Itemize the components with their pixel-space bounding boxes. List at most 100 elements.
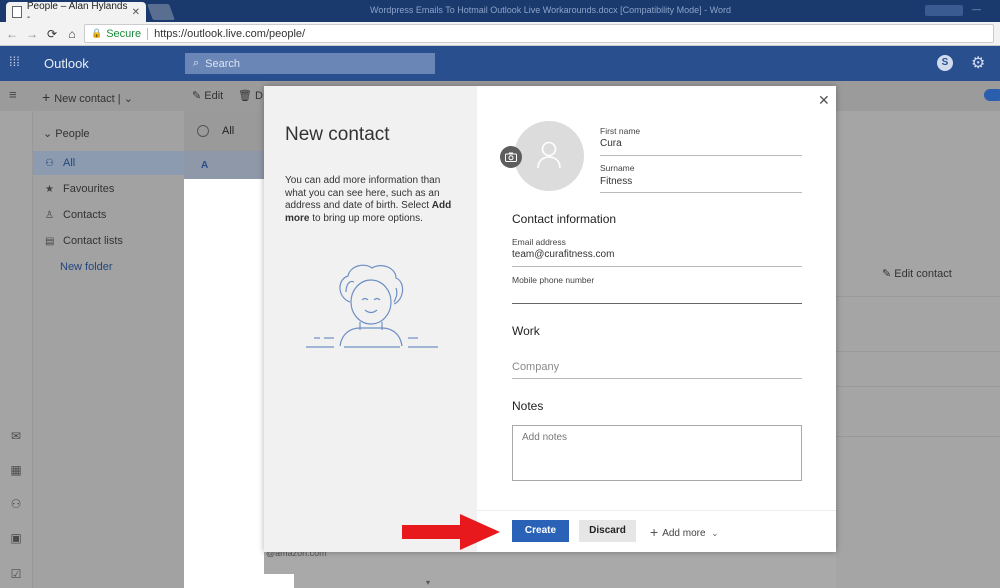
url-field[interactable]: 🔒 Secure https://outlook.live.com/people… [84,24,994,43]
edit-contact-label: Edit contact [894,268,952,280]
add-more-label: Add more [662,528,706,539]
avatar[interactable] [514,121,584,191]
list-header: All [184,111,264,151]
email-label: Email address [512,237,566,247]
tab-title: People – Alan Hylands - [26,1,128,23]
person-illustration-icon [306,264,438,348]
create-button[interactable]: Create [512,520,569,542]
skype-icon[interactable]: S [937,55,953,71]
home-icon[interactable]: ⌂ [64,27,80,41]
people-nav: ⌄ People ⚇ All ★ Favourites ♙ Contacts ▤… [33,111,184,588]
app-launcher-icon[interactable]: ⁞⁞⁞ [9,55,21,69]
people-icon: ⚇ [45,157,54,169]
new-tab-button[interactable] [147,4,175,20]
divider [836,436,1000,437]
notes-placeholder: Add notes [522,432,568,443]
nav-item-label: All [63,157,76,169]
new-contact-button[interactable]: + New contact | ⌄ [42,89,133,105]
nav-item-all[interactable]: ⚇ All [33,151,184,175]
divider [836,386,1000,387]
first-name-field[interactable]: Cura [600,138,622,149]
sign-in-button[interactable] [925,5,963,16]
select-all-checkbox[interactable] [197,125,209,137]
nav-header-label: People [55,128,90,140]
person-icon [537,141,561,169]
search-placeholder: Search [205,57,241,70]
gear-icon[interactable]: ⚙ [971,53,985,73]
surname-underline [600,192,802,193]
description-text: You can add more information than what y… [285,175,441,211]
forward-icon[interactable]: → [24,27,40,41]
photos-icon[interactable]: ▣ [9,531,23,545]
app-title[interactable]: Outlook [44,56,89,71]
delete-button[interactable]: 🗑 D [238,89,263,102]
search-icon: ⌕ [193,57,200,69]
notes-heading: Notes [512,399,544,413]
letter-label: A [201,160,209,171]
email-underline [512,266,802,267]
delete-label: D [255,90,263,102]
toggle-switch[interactable] [984,89,1000,101]
dialog-title: New contact [285,124,390,145]
new-folder-link[interactable]: New folder [33,255,184,279]
scroll-down-icon[interactable]: ▾ [426,578,430,587]
discard-button[interactable]: Discard [579,520,636,542]
browser-tab[interactable]: People – Alan Hylands - ✕ [6,1,146,23]
contact-info-heading: Contact information [512,212,617,226]
page-icon [12,6,22,18]
filter-all-label[interactable]: All [222,125,234,137]
browser-tab-bar: People – Alan Hylands - ✕ Wordpress Emai… [0,0,1000,23]
notes-textarea[interactable]: Add notes [512,425,802,481]
company-underline [512,378,802,379]
back-icon[interactable]: ← [4,27,20,41]
tasks-icon[interactable]: ☑ [9,567,23,581]
outlook-header: ⁞⁞⁞ Outlook ⌕ Search S ⚙ [0,46,1000,81]
calendar-icon[interactable]: ▦ [9,463,23,477]
divider: | ⌄ [117,93,133,105]
edit-contact-button[interactable]: ✎ Edit contact [882,267,952,280]
window-title: Wordpress Emails To Hotmail Outlook Live… [370,5,731,15]
surname-label: Surname [600,163,635,173]
footer-divider [477,510,836,511]
people-icon[interactable]: ⚇ [9,497,23,511]
trash-icon: 🗑 [238,90,256,102]
search-input[interactable]: ⌕ Search [185,53,435,74]
person-icon: ♙ [45,209,54,221]
contact-detail-pane: ✎ Edit contact [836,111,1000,588]
first-name-underline [600,155,802,156]
pencil-icon: ✎ [882,268,895,280]
close-icon[interactable]: ✕ [818,92,830,109]
list-icon: ▤ [45,235,55,247]
company-field[interactable]: Company [512,361,559,373]
surname-field[interactable]: Fitness [600,176,632,187]
hamburger-icon[interactable]: ≡ [9,88,17,101]
nav-item-favourites[interactable]: ★ Favourites [33,177,184,201]
new-contact-label: New contact [54,93,115,105]
new-contact-dialog: New contact You can add more information… [264,86,836,552]
plus-icon: + [650,524,659,540]
tab-close-icon[interactable]: ✕ [132,7,140,18]
mail-icon[interactable]: ✉ [9,429,23,443]
add-more-button[interactable]: + Add more ⌄ [650,524,718,540]
divider [147,27,149,40]
plus-icon: + [42,89,51,105]
camera-icon[interactable] [500,146,522,168]
chevron-down-icon: ⌄ [43,128,56,140]
reload-icon[interactable]: ⟳ [44,27,60,41]
address-bar: ← → ⟳ ⌂ 🔒 Secure https://outlook.live.co… [0,22,1000,46]
list-content-strip [264,574,294,588]
email-field[interactable]: team@curafitness.com [512,249,614,260]
camera-glyph [505,152,517,162]
divider [836,351,1000,352]
work-heading: Work [512,324,540,338]
nav-header[interactable]: ⌄ People [43,127,90,140]
edit-button[interactable]: ✎ Edit [192,89,223,102]
nav-item-contact-lists[interactable]: ▤ Contact lists [33,229,184,253]
minimize-icon[interactable]: — [972,4,981,14]
mobile-label: Mobile phone number [512,275,595,285]
nav-item-label: Favourites [63,183,115,195]
dialog-info-panel: New contact You can add more information… [264,86,477,552]
red-arrow-icon [402,514,500,550]
nav-item-contacts[interactable]: ♙ Contacts [33,203,184,227]
chevron-down-icon: ⌄ [711,529,719,538]
